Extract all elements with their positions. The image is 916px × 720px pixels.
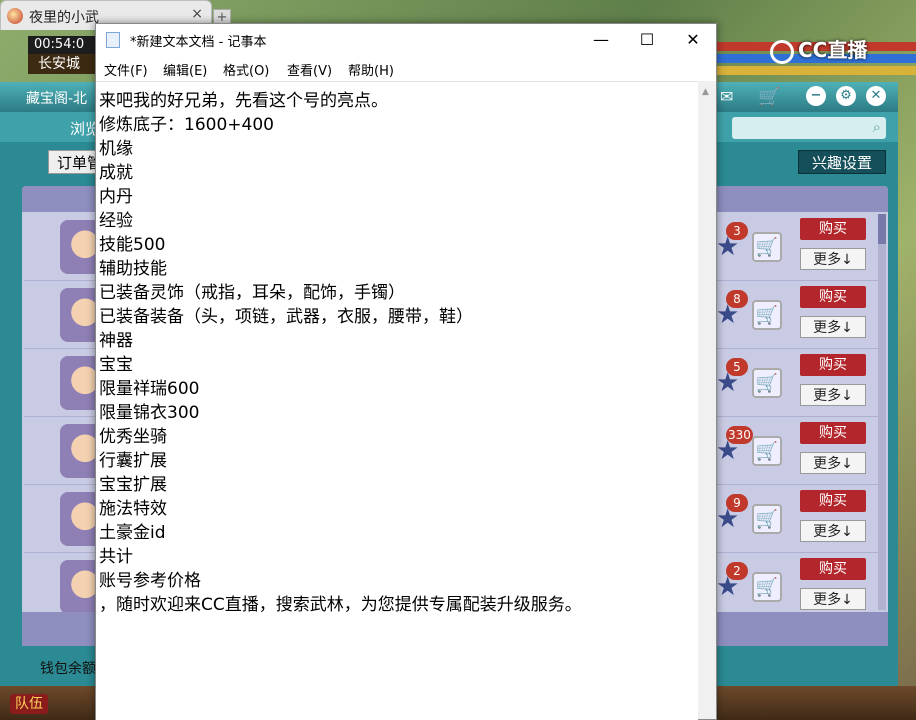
notepad-menubar: 文件(F) 编辑(E) 格式(O) 查看(V) 帮助(H) (96, 56, 716, 80)
notepad-icon (106, 32, 120, 48)
cc-logo-text: CC直播 (798, 38, 868, 62)
text-line: 辅助技能 (99, 259, 167, 279)
favorite-count-badge: 3 (726, 222, 748, 240)
text-line: 来吧我的好兄弟，先看这个号的亮点。 (99, 91, 388, 111)
text-line: 已装备装备（头，项链，武器，衣服，腰带，鞋） (99, 307, 473, 327)
listing-scroll-thumb[interactable] (878, 214, 886, 244)
buy-button[interactable]: 购买 (800, 490, 866, 512)
notepad-titlebar[interactable]: *新建文本文档 - 记事本 — ☐ ✕ (96, 24, 716, 56)
notepad-window: *新建文本文档 - 记事本 — ☐ ✕ 文件(F) 编辑(E) 格式(O) 查看… (95, 23, 717, 720)
favorite-count-badge: 5 (726, 358, 748, 376)
listing-scrollbar[interactable] (878, 214, 886, 610)
text-line: 施法特效 (99, 499, 167, 519)
search-input[interactable]: ⌕ (732, 117, 886, 139)
menu-view[interactable]: 查看(V) (287, 60, 332, 79)
text-line: 优秀坐骑 (99, 427, 167, 447)
text-line: 宝宝 (99, 355, 133, 375)
favorite-count-badge: 8 (726, 290, 748, 308)
add-to-cart-icon[interactable]: 🛒 (752, 572, 782, 602)
text-line: 技能500 (99, 235, 166, 255)
treasure-title: 藏宝阁-北 (26, 91, 88, 107)
text-line: 限量祥瑞600 (99, 379, 200, 399)
more-button[interactable]: 更多↓ (800, 384, 866, 406)
wallet-label: 钱包余额 (40, 661, 96, 677)
favorite-count-badge: 9 (726, 494, 748, 512)
text-line: 机缘 (99, 139, 133, 159)
team-button[interactable]: 队伍 (10, 694, 48, 714)
buy-button[interactable]: 购买 (800, 558, 866, 580)
text-line: 共计 (99, 547, 133, 567)
more-button[interactable]: 更多↓ (800, 520, 866, 542)
cc-live-watermark: CC直播 (770, 34, 867, 64)
add-to-cart-icon[interactable]: 🛒 (752, 368, 782, 398)
text-line: ，随时欢迎来CC直播，搜索武林，为您提供专属配装升级服务。 (99, 595, 582, 615)
exp-bar (717, 66, 916, 75)
text-line: 账号参考价格 (99, 571, 201, 591)
text-line: 行囊扩展 (99, 451, 167, 471)
text-line: 内丹 (99, 187, 133, 207)
text-line: 限量锦衣300 (99, 403, 200, 423)
minimize-icon[interactable]: − (806, 86, 826, 106)
notepad-text-area[interactable]: 来吧我的好兄弟，先看这个号的亮点。 修炼底子：1600+400 机缘 成就 内丹… (96, 81, 698, 720)
text-line: 神器 (99, 331, 133, 351)
add-to-cart-icon[interactable]: 🛒 (752, 300, 782, 330)
scroll-up-icon[interactable]: ▲ (702, 87, 709, 97)
maximize-button[interactable]: ☐ (624, 24, 670, 56)
text-line: 土豪金id (99, 523, 166, 543)
settings-icon[interactable]: ⚙ (836, 86, 856, 106)
minimize-button[interactable]: — (578, 24, 624, 56)
buy-button[interactable]: 购买 (800, 422, 866, 444)
menu-help[interactable]: 帮助(H) (348, 60, 394, 79)
close-button[interactable]: ✕ (670, 24, 716, 56)
buy-button[interactable]: 购买 (800, 354, 866, 376)
menu-format[interactable]: 格式(O) (223, 60, 269, 79)
game-favicon-icon (7, 8, 23, 24)
close-icon[interactable]: ✕ (866, 86, 886, 106)
text-line: 已装备灵饰（戒指，耳朵，配饰，手镯） (99, 283, 405, 303)
cart-icon[interactable]: 🛒 (758, 87, 780, 108)
menu-edit[interactable]: 编辑(E) (163, 60, 207, 79)
add-to-cart-icon[interactable]: 🛒 (752, 504, 782, 534)
menu-file[interactable]: 文件(F) (104, 60, 148, 79)
notepad-scrollbar[interactable]: ▲ (698, 81, 716, 719)
notepad-title: *新建文本文档 - 记事本 (130, 35, 267, 50)
add-to-cart-icon[interactable]: 🛒 (752, 232, 782, 262)
text-line: 宝宝扩展 (99, 475, 167, 495)
more-button[interactable]: 更多↓ (800, 248, 866, 270)
favorite-count-badge: 2 (726, 562, 748, 580)
text-line: 修炼底子：1600+400 (99, 115, 274, 135)
order-manage-button[interactable]: 订单管 (48, 150, 102, 174)
search-icon[interactable]: ⌕ (873, 118, 881, 136)
more-button[interactable]: 更多↓ (800, 452, 866, 474)
cc-logo-icon (770, 39, 794, 64)
more-button[interactable]: 更多↓ (800, 316, 866, 338)
message-icon[interactable]: ✉ (720, 87, 733, 106)
buy-button[interactable]: 购买 (800, 286, 866, 308)
interest-settings-button[interactable]: 兴趣设置 (798, 150, 886, 174)
favorite-count-badge: 330 (726, 426, 753, 444)
close-tab-icon[interactable]: × (191, 6, 203, 22)
more-button[interactable]: 更多↓ (800, 588, 866, 610)
buy-button[interactable]: 购买 (800, 218, 866, 240)
browser-tab-title: 夜里的小武 (29, 10, 99, 26)
text-line: 成就 (99, 163, 133, 183)
text-line: 经验 (99, 211, 133, 231)
add-to-cart-icon[interactable]: 🛒 (752, 436, 782, 466)
